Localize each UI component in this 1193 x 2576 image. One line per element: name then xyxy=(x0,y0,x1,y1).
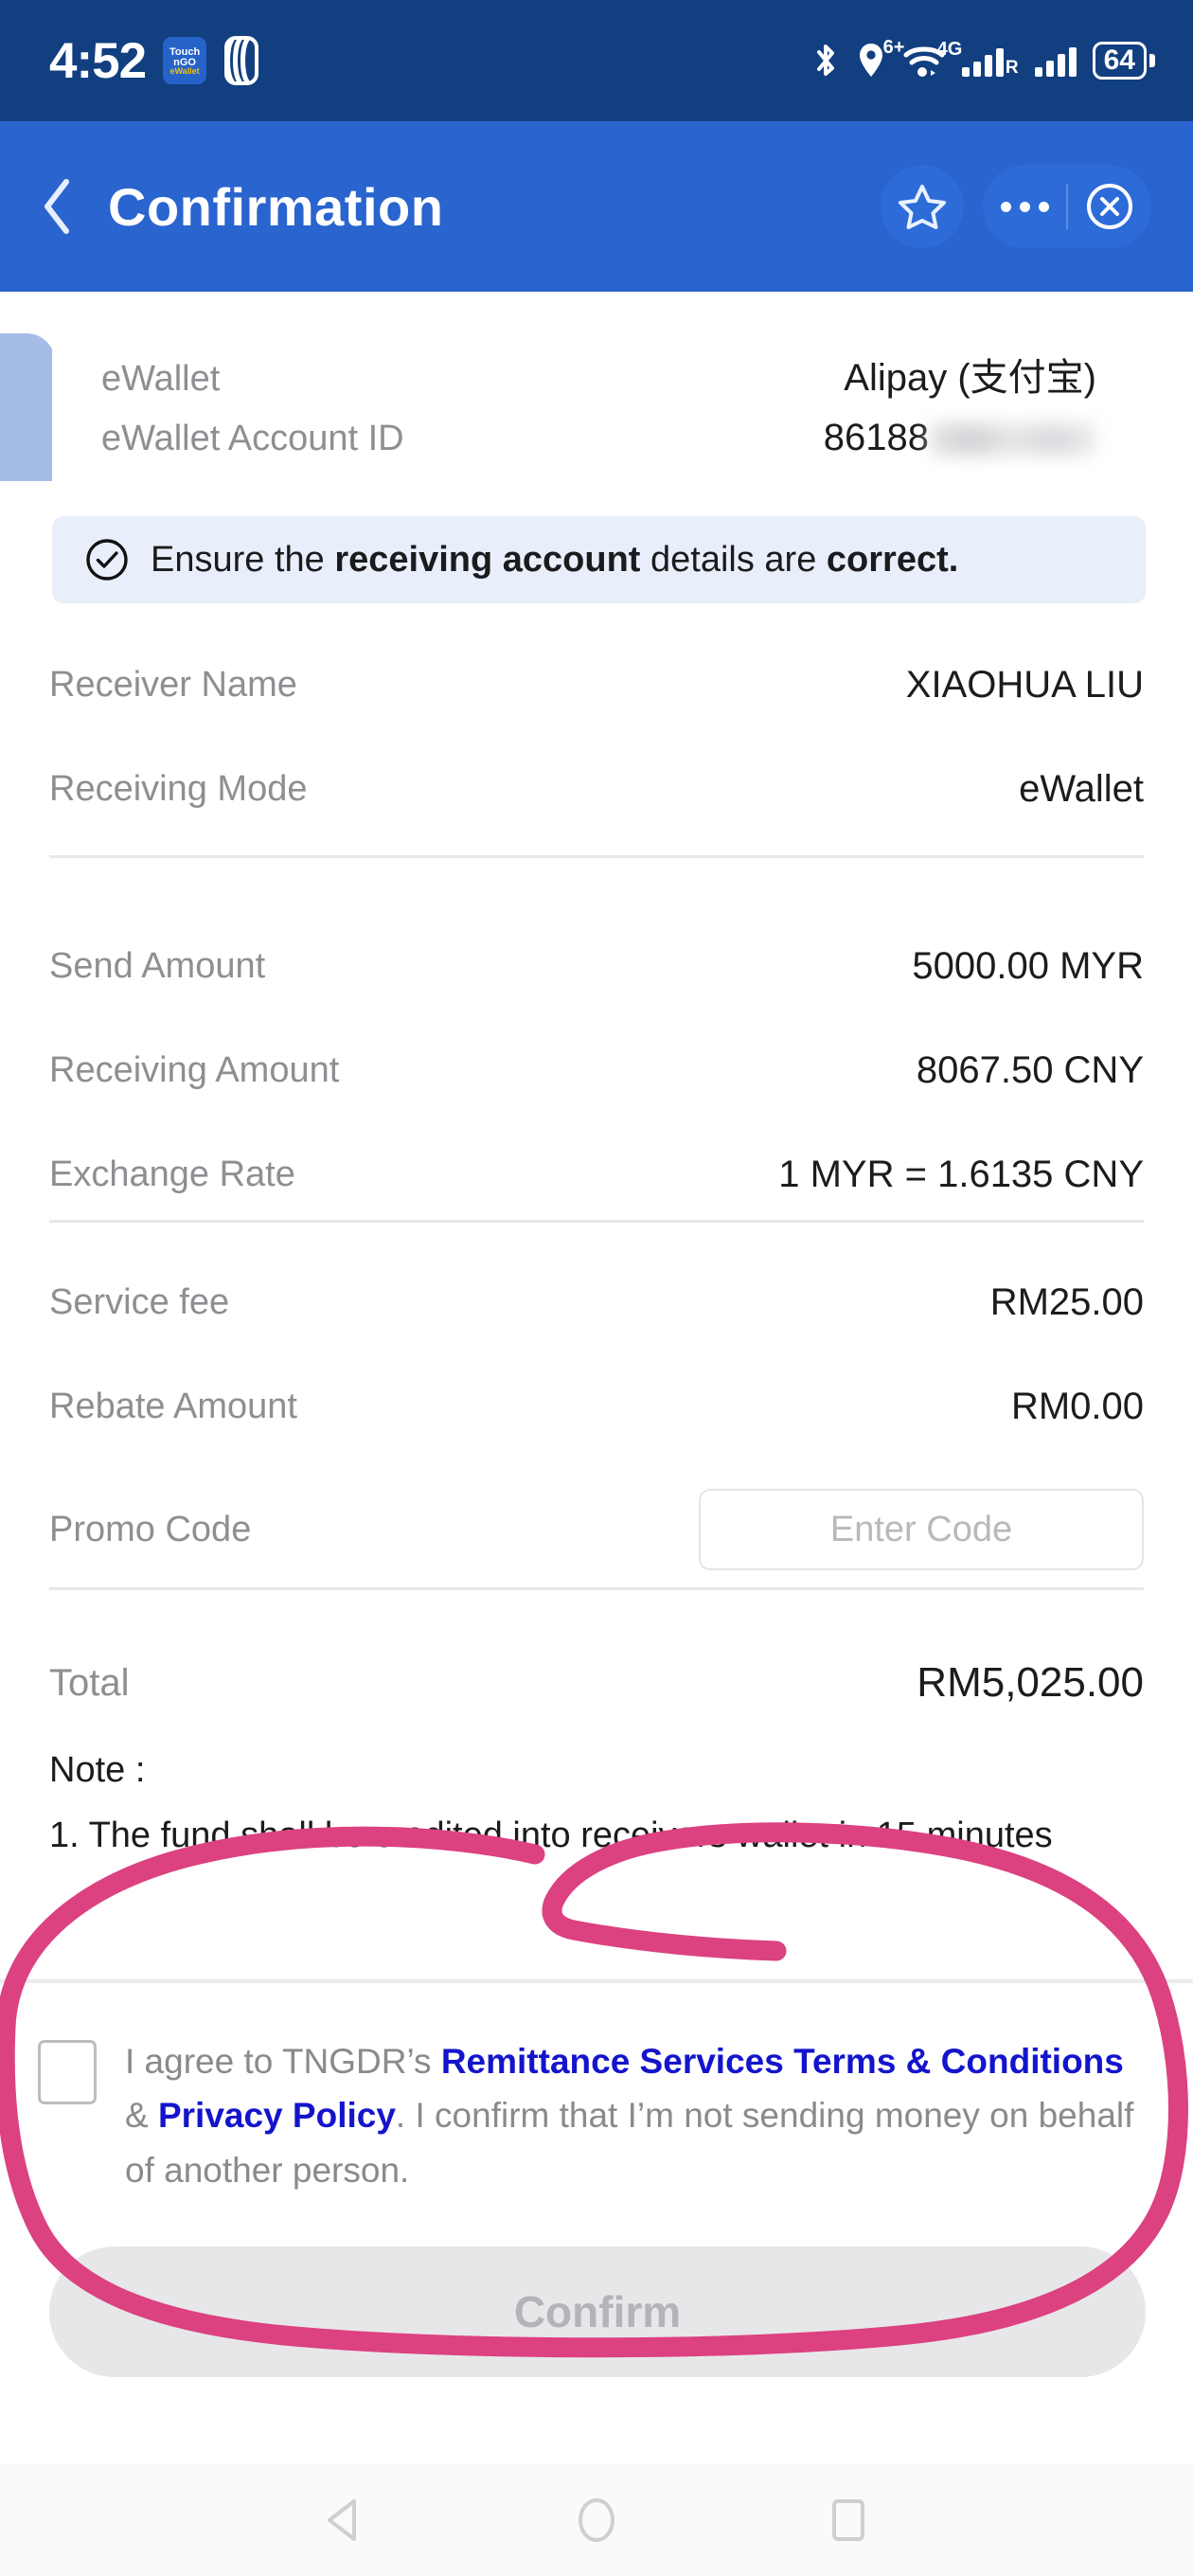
banner-text-middle: details are xyxy=(640,539,827,580)
exchange-rate-value: 1 MYR = 1.6135 CNY xyxy=(778,1153,1144,1195)
touch-n-go-wallet-icon: Touch nGO eWallet xyxy=(163,37,207,84)
android-navigation-bar xyxy=(0,2464,1193,2576)
receiving-mode-value: eWallet xyxy=(1019,767,1144,810)
ewallet-value: Alipay (支付宝) xyxy=(844,357,1096,399)
mobile-signal-icon-secondary xyxy=(1034,45,1077,77)
verify-account-banner: Ensure the receiving account details are… xyxy=(52,516,1146,603)
fee-section: Service fee RM25.00 Rebate Amount RM0.00… xyxy=(0,1250,1193,1601)
receiving-mode-row: Receiving Mode eWallet xyxy=(49,737,1144,841)
note-title: Note : xyxy=(49,1750,146,1790)
exchange-rate-row: Exchange Rate 1 MYR = 1.6135 CNY xyxy=(49,1122,1144,1226)
check-circle-icon xyxy=(86,539,128,581)
roaming-label: R xyxy=(1005,58,1019,78)
receiving-amount-label: Receiving Amount xyxy=(49,1049,340,1090)
service-fee-label: Service fee xyxy=(49,1281,230,1322)
divider-after-fees xyxy=(0,1587,1193,1590)
star-icon xyxy=(899,185,946,229)
ewallet-account-id-row: eWallet Account ID 86188 xyxy=(101,417,1096,487)
divider-after-receiver xyxy=(0,855,1193,858)
ewallet-account-id-value: 86188 xyxy=(824,417,1096,459)
exchange-rate-label: Exchange Rate xyxy=(49,1154,295,1194)
nav-recents-square-icon[interactable] xyxy=(822,2494,875,2547)
page-title: Confirmation xyxy=(108,176,444,237)
favorite-button[interactable] xyxy=(881,165,964,248)
location-pin-icon xyxy=(859,44,882,77)
network-type-label: 4G xyxy=(936,39,963,60)
status-bar-left: 4:52 Touch nGO eWallet xyxy=(49,36,261,86)
service-fee-row: Service fee RM25.00 xyxy=(49,1250,1144,1354)
rebate-amount-label: Rebate Amount xyxy=(49,1386,297,1426)
terms-conjunction: & xyxy=(125,2096,158,2136)
close-button[interactable] xyxy=(1068,165,1151,248)
banner-text-bold-2: correct. xyxy=(826,539,959,580)
status-bar-right: 6+ 4G R 64 xyxy=(811,37,1155,80)
ewallet-account-id-label: eWallet Account ID xyxy=(101,419,404,458)
footer-separator xyxy=(0,1979,1193,1983)
privacy-policy-link[interactable]: Privacy Policy xyxy=(158,2096,396,2135)
banner-text: Ensure the receiving account details are… xyxy=(151,540,958,581)
terms-agreement[interactable]: I agree to TNGDR’s Remittance Services T… xyxy=(38,2034,1155,2197)
bluetooth-icon xyxy=(816,45,834,76)
send-amount-label: Send Amount xyxy=(49,945,266,986)
receiver-name-label: Receiver Name xyxy=(49,664,297,705)
more-horizontal-icon xyxy=(1000,201,1049,212)
total-row: Total RM5,025.00 xyxy=(49,1627,1144,1739)
header-actions xyxy=(881,165,1151,248)
total-section: Total RM5,025.00 xyxy=(0,1627,1193,1739)
divider-after-amount xyxy=(0,1220,1193,1223)
redacted-account-id-blur xyxy=(931,423,1096,456)
mobile-signal-icon-primary: 4G R xyxy=(937,39,1019,78)
nfc-icon xyxy=(224,36,259,85)
ewallet-account-id-prefix: 86188 xyxy=(823,417,929,458)
nav-home-circle-icon[interactable] xyxy=(570,2494,623,2547)
receiving-mode-label: Receiving Mode xyxy=(49,768,308,809)
back-chevron-icon[interactable] xyxy=(38,176,80,237)
banner-text-before: Ensure the xyxy=(151,539,335,580)
tng-badge-line3: eWallet xyxy=(169,66,200,77)
promo-code-label: Promo Code xyxy=(49,1509,252,1549)
receiver-name-value: XIAOHUA LIU xyxy=(905,663,1144,706)
total-label: Total xyxy=(49,1661,130,1704)
more-options-button[interactable] xyxy=(983,165,1066,248)
battery-percent-label: 64 xyxy=(1092,42,1147,80)
terms-text: I agree to TNGDR’s Remittance Services T… xyxy=(125,2034,1155,2197)
total-value: RM5,025.00 xyxy=(917,1659,1144,1706)
ewallet-row: eWallet Alipay (支付宝) xyxy=(101,347,1096,417)
rebate-amount-value: RM0.00 xyxy=(1010,1385,1144,1427)
app-header: Confirmation xyxy=(0,121,1193,292)
send-amount-value: 5000.00 MYR xyxy=(912,944,1144,987)
send-amount-row: Send Amount 5000.00 MYR xyxy=(49,914,1144,1018)
promo-code-input[interactable] xyxy=(699,1489,1144,1570)
battery-icon: 64 xyxy=(1092,42,1155,80)
rebate-amount-row: Rebate Amount RM0.00 xyxy=(49,1354,1144,1458)
receiver-section: Receiver Name XIAOHUA LIU Receiving Mode… xyxy=(0,633,1193,841)
phone-screen: 4:52 Touch nGO eWallet 6+ 4G R 64 Confir… xyxy=(0,0,1193,2576)
note-item-1: 1. The fund shall be credited into recei… xyxy=(49,1816,1053,1855)
receiver-name-row: Receiver Name XIAOHUA LIU xyxy=(49,633,1144,737)
receiving-amount-value: 8067.50 CNY xyxy=(916,1048,1144,1091)
service-fee-value: RM25.00 xyxy=(989,1280,1144,1323)
status-bar: 4:52 Touch nGO eWallet 6+ 4G R 64 xyxy=(0,0,1193,121)
confirm-button[interactable]: Confirm xyxy=(49,2246,1146,2377)
nav-back-triangle-icon[interactable] xyxy=(318,2494,371,2547)
terms-checkbox[interactable] xyxy=(38,2040,97,2104)
status-bar-clock: 4:52 xyxy=(49,32,147,89)
ewallet-label: eWallet xyxy=(101,359,221,399)
ewallet-account-card: eWallet Alipay (支付宝) eWallet Account ID … xyxy=(52,316,1146,487)
remittance-terms-link[interactable]: Remittance Services Terms & Conditions xyxy=(441,2042,1124,2081)
banner-text-bold-1: receiving account xyxy=(334,539,641,580)
signal-bars-primary xyxy=(961,45,1004,77)
terms-prefix: I agree to TNGDR’s xyxy=(125,2042,441,2081)
promo-code-row: Promo Code xyxy=(49,1458,1144,1601)
header-pill-group xyxy=(983,165,1151,248)
battery-tip xyxy=(1149,54,1155,67)
close-circle-icon xyxy=(1087,184,1132,229)
wifi-generation-label: 6+ xyxy=(882,37,905,58)
receiving-amount-row: Receiving Amount 8067.50 CNY xyxy=(49,1018,1144,1122)
amount-section: Send Amount 5000.00 MYR Receiving Amount… xyxy=(0,914,1193,1226)
note-section: Note : 1. The fund shall be credited int… xyxy=(49,1750,1148,1856)
